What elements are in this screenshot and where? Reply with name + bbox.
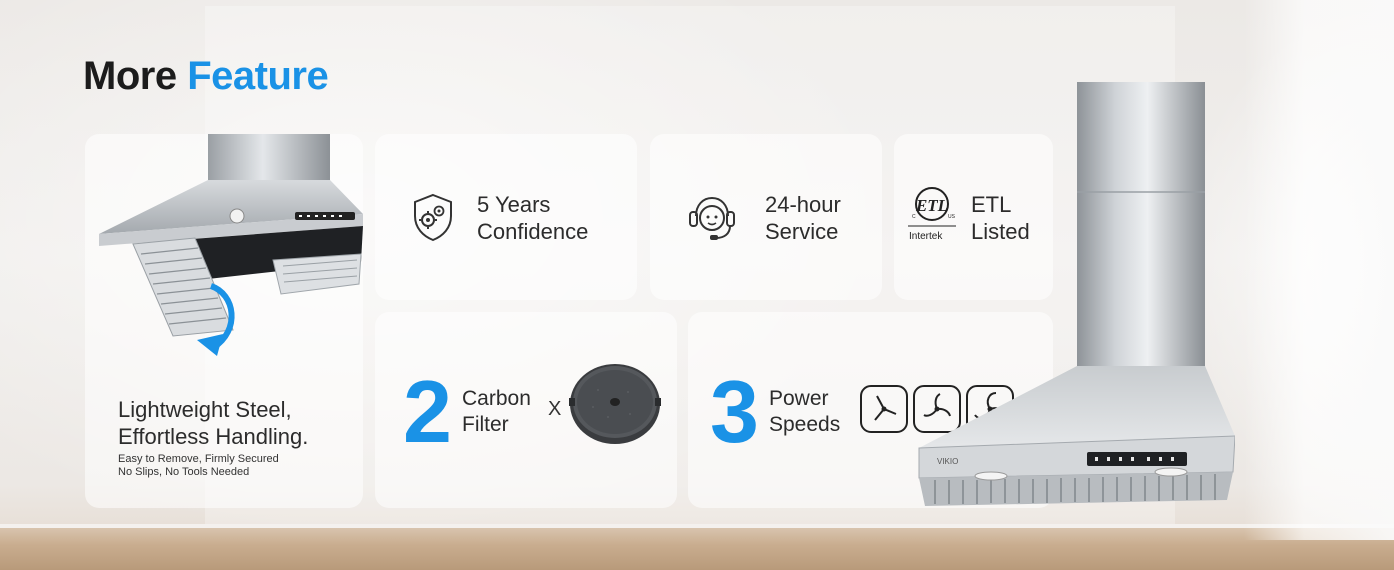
filter-label: Carbon Filter — [462, 386, 531, 438]
steel-subtext: Easy to Remove, Firmly Secured No Slips,… — [118, 453, 279, 479]
speed-label: Power Speeds — [769, 386, 840, 438]
steel-headline-line-1: Lightweight Steel, — [118, 397, 292, 422]
service-line-2: Service — [765, 219, 839, 244]
feature-card-steel: Lightweight Steel, Effortless Handling. … — [85, 134, 363, 508]
speed-count: 3 — [710, 362, 759, 461]
steel-subtext-line-1: Easy to Remove, Firmly Secured — [118, 453, 279, 465]
fan-speed-1-icon — [860, 385, 908, 433]
feature-card-warranty: 5 Years Confidence — [375, 134, 637, 300]
title-part-2: Feature — [187, 54, 329, 98]
feature-banner: More Feature Lightweight Steel, Effortle… — [0, 0, 1394, 570]
title-part-1: More — [83, 54, 177, 98]
wood-floor — [0, 528, 1394, 570]
curtain — [1244, 0, 1394, 540]
service-text: 24-hour Service — [765, 191, 841, 245]
warranty-line-2: Confidence — [477, 219, 589, 244]
warranty-text: 5 Years Confidence — [477, 191, 588, 245]
steel-subtext-line-2: No Slips, No Tools Needed — [118, 466, 250, 478]
service-line-1: 24-hour — [765, 192, 841, 217]
steel-headline-line-2: Effortless Handling. — [118, 424, 309, 449]
filter-count: 2 — [403, 362, 452, 461]
range-hood-product-image: VIKIO — [918, 82, 1235, 506]
speed-label-line-2: Speeds — [769, 413, 841, 436]
speed-label-line-1: Power — [769, 387, 829, 410]
page-title: More Feature — [83, 54, 329, 99]
warranty-line-1: 5 Years — [477, 192, 551, 217]
feature-card-service: 24-hour Service — [650, 134, 882, 300]
carbon-filter-image — [569, 364, 661, 444]
steel-headline: Lightweight Steel, Effortless Handling. — [118, 396, 308, 450]
range-hood-filter-image — [99, 134, 363, 356]
times-sign: X — [548, 398, 562, 420]
filter-label-line-1: Carbon — [462, 387, 531, 410]
feature-card-filter: 2 Carbon Filter X — [375, 312, 677, 508]
filter-label-line-2: Filter — [462, 413, 509, 436]
product-brand: VIKIO — [937, 457, 958, 466]
shield-gear-icon — [414, 193, 452, 242]
headset-agent-icon — [689, 196, 735, 240]
